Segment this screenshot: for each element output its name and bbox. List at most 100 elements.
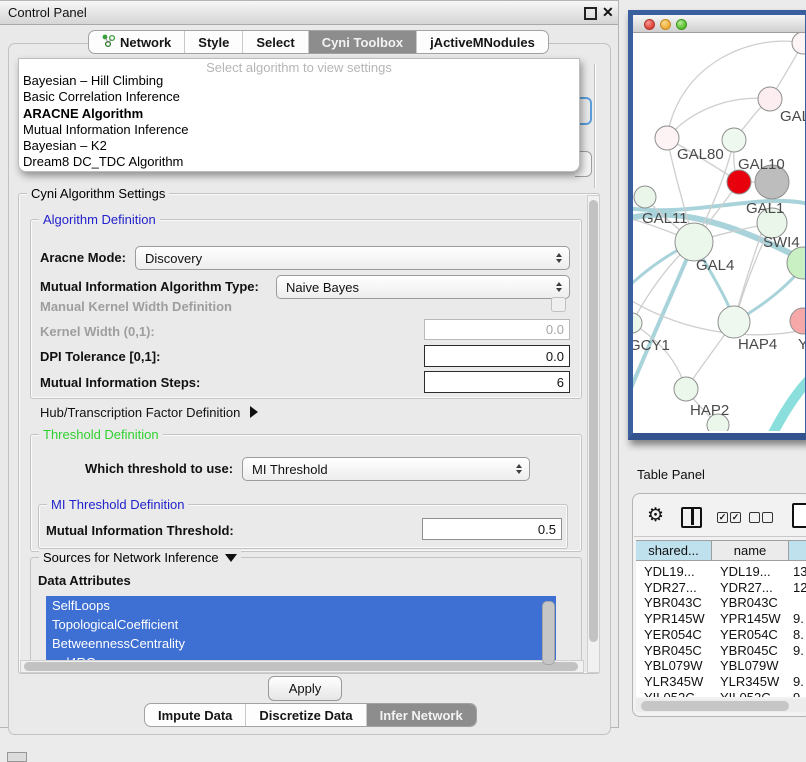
- dropdown-item[interactable]: ARACNE Algorithm: [23, 106, 575, 122]
- dropdown-item[interactable]: Bayesian – Hill Climbing: [23, 73, 575, 89]
- zoom-traffic-light[interactable]: [676, 19, 687, 30]
- settings-horizontal-scrollbar[interactable]: [20, 660, 584, 673]
- new-document-icon[interactable]: [792, 503, 806, 528]
- tab-cyni-toolbox[interactable]: Cyni Toolbox: [309, 31, 417, 53]
- dropdown-item[interactable]: Dream8 DC_TDC Algorithm: [23, 154, 575, 170]
- table-cell: 9.: [789, 690, 806, 697]
- checked-box-icon-2[interactable]: ✓: [730, 512, 741, 523]
- network-node[interactable]: [727, 170, 751, 194]
- sources-title: Sources for Network Inference: [43, 550, 219, 565]
- tab-style[interactable]: Style: [185, 31, 243, 53]
- table-row[interactable]: YLR345WYLR345W9.: [636, 674, 806, 690]
- table-row[interactable]: YPR145WYPR145W9.: [636, 611, 806, 627]
- settings-vertical-scrollbar[interactable]: [587, 195, 600, 673]
- column-header-shared-[interactable]: shared...: [636, 540, 712, 561]
- dpi-tolerance-value: 0.0: [546, 349, 564, 364]
- table-row[interactable]: YDL19...YDL19...13: [636, 564, 806, 580]
- column-browser-icon[interactable]: [681, 507, 702, 528]
- tab-infer-network[interactable]: Infer Network: [367, 704, 476, 726]
- network-canvas[interactable]: GALGAL80GAL10GAL1GAL11SWI4GAL4GCY1HAP4YH…: [633, 33, 805, 431]
- network-node[interactable]: [758, 87, 782, 111]
- unchecked-box-icon-2[interactable]: [762, 512, 773, 523]
- tab-label: Select: [256, 35, 294, 50]
- minimize-traffic-light[interactable]: [660, 19, 671, 30]
- node-label: GAL80: [677, 146, 724, 163]
- network-node[interactable]: [633, 313, 642, 333]
- aracne-mode-label: Aracne Mode:: [40, 250, 126, 265]
- mi-steps-field[interactable]: 6: [424, 371, 570, 393]
- table-row[interactable]: YER054CYER054C8.: [636, 627, 806, 643]
- table-row[interactable]: YIL052CYIL052C9.: [636, 690, 806, 697]
- dropdown-item[interactable]: Mutual Information Inference: [23, 122, 575, 138]
- apply-button[interactable]: Apply: [268, 676, 342, 701]
- table-cell: YDL19...: [636, 564, 712, 580]
- network-node[interactable]: [722, 128, 746, 152]
- float-window-icon[interactable]: [584, 7, 597, 20]
- dropdown-item[interactable]: Bayesian – K2: [23, 138, 575, 154]
- table-cell: YBR045C: [712, 643, 789, 659]
- table-cell: YLR345W: [636, 674, 712, 690]
- tab-jactivemnodules[interactable]: jActiveMNodules: [417, 31, 548, 53]
- network-node[interactable]: [655, 126, 679, 150]
- hub-definition-label: Hub/Transcription Factor Definition: [40, 405, 240, 420]
- dropdown-item[interactable]: Basic Correlation Inference: [23, 89, 575, 105]
- collapse-down-icon: [225, 554, 237, 562]
- cyni-mode-tabs: Impute DataDiscretize DataInfer Network: [144, 703, 477, 727]
- tab-network[interactable]: Network: [89, 31, 185, 53]
- unchecked-box-icon-1[interactable]: [749, 512, 760, 523]
- network-edge[interactable]: [771, 376, 805, 431]
- algorithm-dropdown[interactable]: Select algorithm to view settings Bayesi…: [18, 58, 580, 172]
- close-icon[interactable]: ✕: [602, 4, 614, 21]
- which-threshold-combo[interactable]: MI Threshold: [242, 457, 530, 481]
- tab-select[interactable]: Select: [243, 31, 308, 53]
- manual-kernel-checkbox[interactable]: [551, 297, 566, 312]
- kernel-width-field[interactable]: 0.0: [424, 319, 570, 340]
- table-cell: YPR145W: [712, 611, 789, 627]
- hub-definition-toggle[interactable]: Hub/Transcription Factor Definition: [40, 405, 258, 420]
- network-node[interactable]: [674, 377, 698, 401]
- column-divider: [691, 509, 694, 525]
- table-cell: 9.: [789, 643, 806, 659]
- network-node[interactable]: [790, 308, 805, 334]
- column-header-name[interactable]: name: [712, 540, 789, 561]
- network-node[interactable]: [675, 223, 713, 261]
- table-row[interactable]: YBR043CYBR043C: [636, 595, 806, 611]
- network-node[interactable]: [634, 186, 656, 208]
- checked-box-icon-1[interactable]: ✓: [717, 512, 728, 523]
- column-header-A[interactable]: A: [789, 540, 806, 561]
- network-node[interactable]: [792, 33, 805, 54]
- attribute-list-item[interactable]: SelfLoops: [46, 596, 556, 615]
- tab-discretize-data[interactable]: Discretize Data: [246, 704, 366, 726]
- tab-label: jActiveMNodules: [430, 35, 535, 50]
- mi-threshold-field[interactable]: 0.5: [422, 518, 562, 540]
- apply-label: Apply: [289, 681, 322, 696]
- dpi-tolerance-field[interactable]: 0.0: [424, 345, 570, 367]
- panel-title: Control Panel: [8, 5, 87, 20]
- close-traffic-light[interactable]: [644, 19, 655, 30]
- attribute-list-item[interactable]: TopologicalCoefficient: [46, 615, 556, 634]
- table-cell: [789, 658, 806, 674]
- aracne-mode-combo[interactable]: Discovery: [135, 246, 570, 270]
- control-panel-window: Control Panel ✕ NetworkStyle Select Cyni T…: [0, 0, 619, 728]
- table-row[interactable]: YBR045CYBR045C9.: [636, 643, 806, 659]
- gear-icon[interactable]: ⚙: [647, 504, 664, 527]
- attribute-list-item[interactable]: BetweennessCentrality: [46, 634, 556, 653]
- table-row[interactable]: YDR27...YDR27...12: [636, 580, 806, 596]
- minimized-panel-icon[interactable]: [7, 752, 27, 762]
- network-edge[interactable]: [633, 242, 694, 398]
- table-horizontal-scrollbar[interactable]: [636, 699, 806, 712]
- network-edge[interactable]: [667, 98, 770, 138]
- node-label: SWI4: [763, 234, 800, 251]
- mi-type-combo[interactable]: Naive Bayes: [276, 275, 570, 299]
- expand-right-icon: [250, 406, 258, 418]
- table-row[interactable]: YBL079WYBL079W: [636, 658, 806, 674]
- mi-threshold-label: Mutual Information Threshold:: [46, 523, 234, 538]
- tab-impute-data[interactable]: Impute Data: [145, 704, 246, 726]
- table-cell: 13: [789, 564, 806, 580]
- sources-toggle[interactable]: Sources for Network Inference: [39, 550, 241, 565]
- network-edge[interactable]: [633, 323, 686, 389]
- table-cell: YIL052C: [636, 690, 712, 697]
- attributes-scrollbar-thumb[interactable]: [542, 601, 555, 665]
- network-node[interactable]: [718, 306, 750, 338]
- table-cell: YIL052C: [712, 690, 789, 697]
